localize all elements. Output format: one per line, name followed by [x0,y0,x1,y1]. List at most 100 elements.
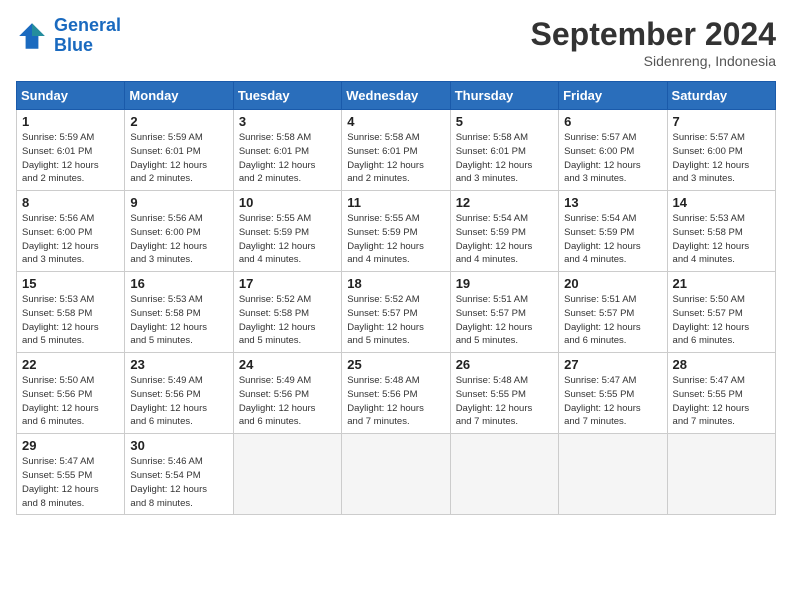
logo: General Blue [16,16,121,56]
day-number: 5 [456,114,553,129]
header-sunday: Sunday [17,82,125,110]
day-number: 18 [347,276,444,291]
calendar-cell [233,434,341,515]
day-info: Sunrise: 5:57 AM Sunset: 6:00 PM Dayligh… [673,131,770,186]
calendar-cell: 3Sunrise: 5:58 AM Sunset: 6:01 PM Daylig… [233,110,341,191]
day-number: 11 [347,195,444,210]
calendar-header-row: SundayMondayTuesdayWednesdayThursdayFrid… [17,82,776,110]
logo-text: General Blue [54,16,121,56]
day-number: 20 [564,276,661,291]
header-monday: Monday [125,82,233,110]
day-number: 29 [22,438,119,453]
day-number: 21 [673,276,770,291]
calendar-cell: 29 Sunrise: 5:47 AM Sunset: 5:55 PM Dayli… [17,434,125,515]
calendar-cell: 4 Sunrise: 5:58 AM Sunset: 6:01 PM Daylig… [342,110,450,191]
day-info: Sunrise: 5:58 AM Sunset: 6:01 PM Dayligh… [456,131,553,186]
calendar-week-4: 22 Sunrise: 5:50 AM Sunset: 5:56 PM Dayli… [17,353,776,434]
day-number: 28 [673,357,770,372]
title-block: September 2024 Sidenreng, Indonesia [531,16,776,69]
day-info: Sunrise: 5:51 AM Sunset: 5:57 PM Dayligh… [456,293,553,348]
day-info: Sunrise: 5:53 AM Sunset: 5:58 PM Dayligh… [130,293,227,348]
calendar-cell [450,434,558,515]
header-wednesday: Wednesday [342,82,450,110]
calendar-cell: 10 Sunrise: 5:55 AM Sunset: 5:59 PM Dayli… [233,191,341,272]
day-info: Sunrise: 5:47 AM Sunset: 5:55 PM Dayligh… [673,374,770,429]
day-info: Sunrise: 5:55 AM Sunset: 5:59 PM Dayligh… [347,212,444,267]
day-info: Sunrise: 5:57 AM Sunset: 6:00 PM Dayligh… [564,131,661,186]
day-info: Sunrise: 5:50 AM Sunset: 5:57 PM Dayligh… [673,293,770,348]
day-info: Sunrise: 5:52 AM Sunset: 5:58 PM Dayligh… [239,293,336,348]
day-number: 7 [673,114,770,129]
calendar-cell: 9 Sunrise: 5:56 AM Sunset: 6:00 PM Daylig… [125,191,233,272]
calendar-cell: 15 Sunrise: 5:53 AM Sunset: 5:58 PM Dayli… [17,272,125,353]
day-info: Sunrise: 5:50 AM Sunset: 5:56 PM Dayligh… [22,374,119,429]
calendar-cell: 8 Sunrise: 5:56 AM Sunset: 6:00 PM Daylig… [17,191,125,272]
calendar-cell: 20Sunrise: 5:51 AM Sunset: 5:57 PM Dayli… [559,272,667,353]
calendar-cell: 13Sunrise: 5:54 AM Sunset: 5:59 PM Dayli… [559,191,667,272]
calendar-week-3: 15 Sunrise: 5:53 AM Sunset: 5:58 PM Dayli… [17,272,776,353]
day-info: Sunrise: 5:47 AM Sunset: 5:55 PM Dayligh… [22,455,119,510]
day-number: 1 [22,114,119,129]
calendar-cell: 24Sunrise: 5:49 AM Sunset: 5:56 PM Dayli… [233,353,341,434]
calendar-cell: 30Sunrise: 5:46 AM Sunset: 5:54 PM Dayli… [125,434,233,515]
calendar-cell: 11 Sunrise: 5:55 AM Sunset: 5:59 PM Dayli… [342,191,450,272]
calendar-week-2: 8 Sunrise: 5:56 AM Sunset: 6:00 PM Daylig… [17,191,776,272]
calendar-table: SundayMondayTuesdayWednesdayThursdayFrid… [16,81,776,515]
day-number: 23 [130,357,227,372]
day-info: Sunrise: 5:53 AM Sunset: 5:58 PM Dayligh… [22,293,119,348]
day-info: Sunrise: 5:56 AM Sunset: 6:00 PM Dayligh… [22,212,119,267]
calendar-cell: 6 Sunrise: 5:57 AM Sunset: 6:00 PM Daylig… [559,110,667,191]
calendar-cell: 28 Sunrise: 5:47 AM Sunset: 5:55 PM Dayli… [667,353,775,434]
day-number: 10 [239,195,336,210]
calendar-cell: 26 Sunrise: 5:48 AM Sunset: 5:55 PM Dayli… [450,353,558,434]
calendar-cell: 12Sunrise: 5:54 AM Sunset: 5:59 PM Dayli… [450,191,558,272]
calendar-cell: 22 Sunrise: 5:50 AM Sunset: 5:56 PM Dayli… [17,353,125,434]
location-subtitle: Sidenreng, Indonesia [531,53,776,69]
day-number: 16 [130,276,227,291]
day-number: 9 [130,195,227,210]
day-number: 25 [347,357,444,372]
calendar-cell [559,434,667,515]
calendar-week-5: 29 Sunrise: 5:47 AM Sunset: 5:55 PM Dayli… [17,434,776,515]
header-tuesday: Tuesday [233,82,341,110]
day-info: Sunrise: 5:49 AM Sunset: 5:56 PM Dayligh… [239,374,336,429]
calendar-cell: 23 Sunrise: 5:49 AM Sunset: 5:56 PM Dayli… [125,353,233,434]
day-info: Sunrise: 5:48 AM Sunset: 5:55 PM Dayligh… [456,374,553,429]
month-title: September 2024 [531,16,776,53]
page-header: General Blue September 2024 Sidenreng, I… [16,16,776,69]
day-info: Sunrise: 5:53 AM Sunset: 5:58 PM Dayligh… [673,212,770,267]
header-thursday: Thursday [450,82,558,110]
calendar-cell: 19 Sunrise: 5:51 AM Sunset: 5:57 PM Dayli… [450,272,558,353]
day-info: Sunrise: 5:58 AM Sunset: 6:01 PM Dayligh… [347,131,444,186]
calendar-cell: 16 Sunrise: 5:53 AM Sunset: 5:58 PM Dayli… [125,272,233,353]
calendar-cell: 21 Sunrise: 5:50 AM Sunset: 5:57 PM Dayli… [667,272,775,353]
day-info: Sunrise: 5:49 AM Sunset: 5:56 PM Dayligh… [130,374,227,429]
day-info: Sunrise: 5:46 AM Sunset: 5:54 PM Dayligh… [130,455,227,510]
day-info: Sunrise: 5:55 AM Sunset: 5:59 PM Dayligh… [239,212,336,267]
day-info: Sunrise: 5:52 AM Sunset: 5:57 PM Dayligh… [347,293,444,348]
day-info: Sunrise: 5:59 AM Sunset: 6:01 PM Dayligh… [22,131,119,186]
header-friday: Friday [559,82,667,110]
calendar-cell [342,434,450,515]
day-number: 4 [347,114,444,129]
day-info: Sunrise: 5:59 AM Sunset: 6:01 PM Dayligh… [130,131,227,186]
day-number: 6 [564,114,661,129]
calendar-cell: 14Sunrise: 5:53 AM Sunset: 5:58 PM Dayli… [667,191,775,272]
day-info: Sunrise: 5:56 AM Sunset: 6:00 PM Dayligh… [130,212,227,267]
calendar-cell: 25Sunrise: 5:48 AM Sunset: 5:56 PM Dayli… [342,353,450,434]
day-number: 15 [22,276,119,291]
calendar-cell: 1 Sunrise: 5:59 AM Sunset: 6:01 PM Daylig… [17,110,125,191]
day-number: 27 [564,357,661,372]
day-number: 26 [456,357,553,372]
day-number: 8 [22,195,119,210]
day-info: Sunrise: 5:58 AM Sunset: 6:01 PM Dayligh… [239,131,336,186]
day-number: 19 [456,276,553,291]
calendar-cell [667,434,775,515]
calendar-week-1: 1 Sunrise: 5:59 AM Sunset: 6:01 PM Daylig… [17,110,776,191]
day-number: 17 [239,276,336,291]
day-info: Sunrise: 5:54 AM Sunset: 5:59 PM Dayligh… [456,212,553,267]
calendar-cell: 27Sunrise: 5:47 AM Sunset: 5:55 PM Dayli… [559,353,667,434]
calendar-cell: 2Sunrise: 5:59 AM Sunset: 6:01 PM Daylig… [125,110,233,191]
day-number: 22 [22,357,119,372]
header-saturday: Saturday [667,82,775,110]
